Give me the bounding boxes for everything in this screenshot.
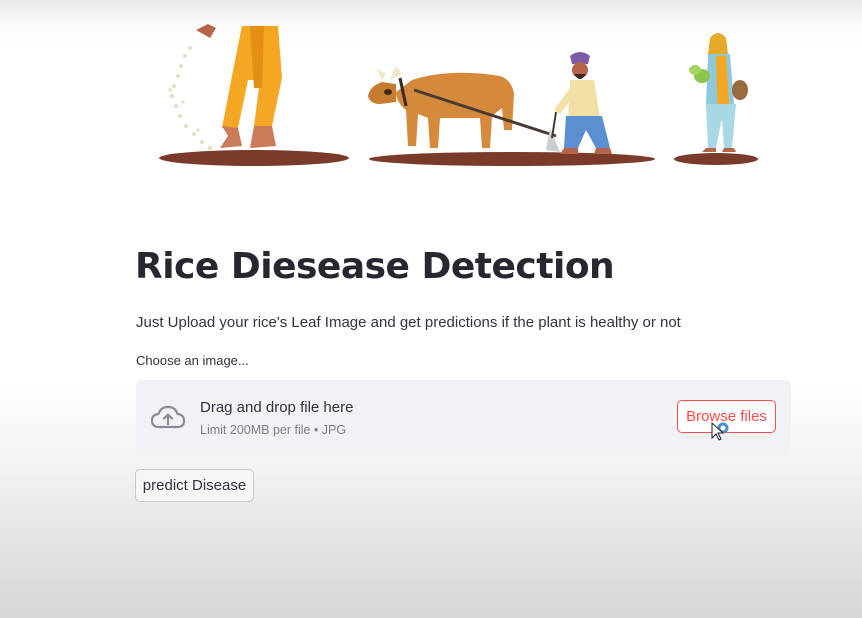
farming-illustration [150, 18, 770, 168]
cloud-upload-icon [150, 404, 186, 430]
dropzone-file-limit: Limit 200MB per file • JPG [200, 423, 347, 437]
browse-files-button[interactable]: Browse files [677, 400, 776, 433]
file-dropzone[interactable]: Drag and drop file here Limit 200MB per … [136, 380, 791, 454]
dropzone-instructions: Drag and drop file here [200, 399, 354, 416]
file-uploader-label: Choose an image... [136, 353, 249, 368]
page-description: Just Upload your rice's Leaf Image and g… [136, 314, 681, 331]
page-title: Rice Diesease Detection [135, 246, 615, 287]
predict-disease-button[interactable]: predict Disease [135, 469, 254, 502]
